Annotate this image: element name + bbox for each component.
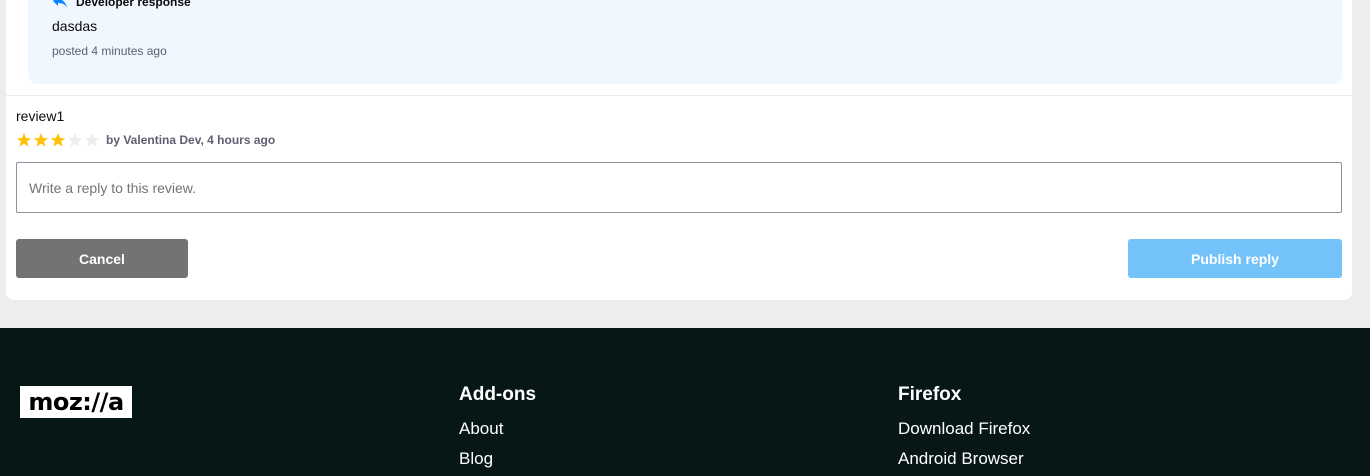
review-byline: by Valentina Dev, 4 hours ago	[106, 133, 276, 147]
developer-response: Developer response dasdas posted 4 minut…	[28, 0, 1342, 84]
star-filled-icon	[50, 133, 66, 147]
review-title: review1	[16, 108, 65, 124]
star-empty-icon	[67, 133, 83, 147]
star-empty-icon	[84, 133, 100, 147]
developer-response-timestamp: posted 4 minutes ago	[52, 44, 167, 58]
developer-response-header: Developer response	[52, 0, 191, 10]
footer-heading-firefox: Firefox	[898, 384, 962, 405]
reply-textarea[interactable]	[16, 162, 1342, 213]
site-footer: moz://a Add-ons About Blog Firefox Downl…	[0, 328, 1370, 476]
divider	[6, 95, 1352, 96]
developer-response-body: dasdas	[52, 18, 98, 34]
footer-link-blog[interactable]: Blog	[459, 444, 536, 474]
footer-column-addons: Add-ons About Blog	[459, 384, 536, 474]
cancel-button[interactable]: Cancel	[16, 239, 188, 278]
review-meta: by Valentina Dev, 4 hours ago	[16, 132, 275, 148]
footer-link-android-browser[interactable]: Android Browser	[898, 444, 1030, 474]
developer-response-title: Developer response	[76, 0, 191, 9]
rating-stars	[16, 132, 100, 148]
footer-heading-addons: Add-ons	[459, 384, 537, 405]
mozilla-logo[interactable]: moz://a	[20, 386, 132, 418]
publish-reply-button[interactable]: Publish reply	[1128, 239, 1342, 278]
footer-link-download-firefox[interactable]: Download Firefox	[898, 414, 1030, 444]
review-card: Developer response dasdas posted 4 minut…	[6, 0, 1352, 300]
star-filled-icon	[16, 133, 32, 147]
reply-icon	[53, 0, 67, 8]
footer-column-firefox: Firefox Download Firefox Android Browser	[898, 384, 1030, 474]
footer-link-about[interactable]: About	[459, 414, 536, 444]
star-filled-icon	[33, 133, 49, 147]
